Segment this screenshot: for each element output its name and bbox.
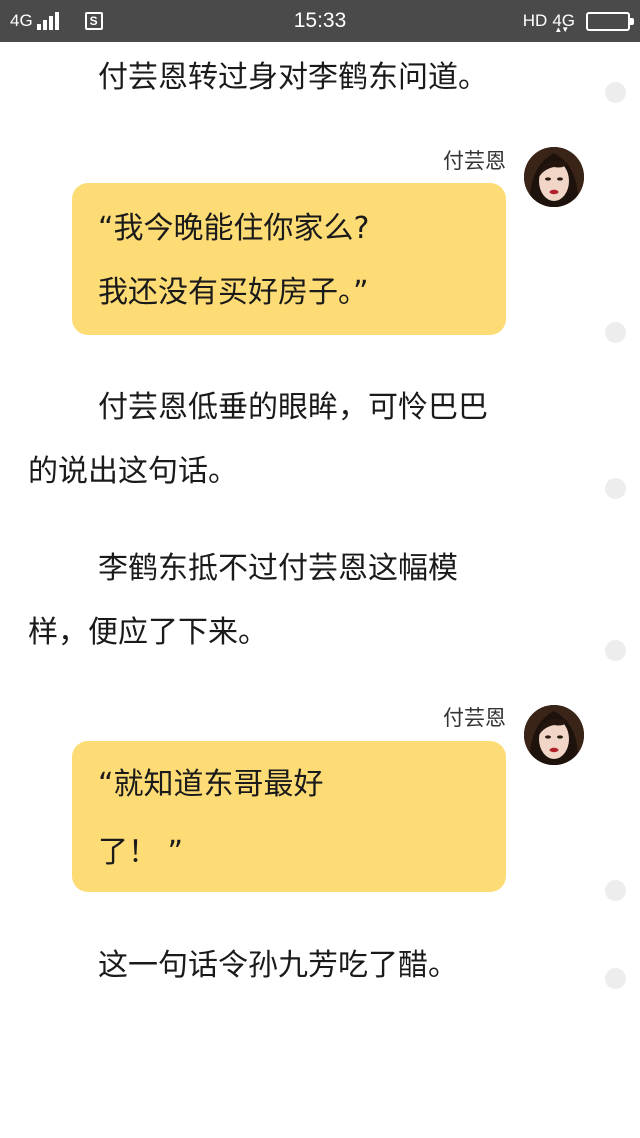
story-paragraph-continued: 的说出这句话。	[28, 454, 238, 489]
story-paragraph: 李鹤东抵不过付芸恩这幅模	[98, 551, 458, 586]
battery-icon	[586, 11, 634, 31]
story-paragraph-continued: 样，便应了下来。	[28, 615, 268, 650]
data-arrows-icon: ▲▼	[554, 25, 569, 34]
status-bar: 4G S 15:33 HD 4G ▲▼	[0, 0, 640, 42]
message-line: “我今晚能住你家么?	[98, 211, 370, 246]
sender-name: 付芸恩	[443, 149, 506, 173]
status-right: HD 4G ▲▼	[522, 0, 634, 42]
avatar-image	[524, 705, 584, 765]
network-type-right: 4G ▲▼	[552, 11, 575, 34]
message-line: “就知道东哥最好	[98, 767, 324, 802]
comment-dot[interactable]	[605, 640, 626, 661]
avatar-image	[524, 147, 584, 207]
comment-dot[interactable]	[605, 880, 626, 901]
story-paragraph: 付芸恩低垂的眼眸，可怜巴巴	[98, 390, 488, 425]
message-bubble: “我今晚能住你家么? 我还没有买好房子。”	[72, 183, 506, 335]
message-bubble: “就知道东哥最好 了！ ”	[72, 741, 506, 892]
comment-dot[interactable]	[605, 322, 626, 343]
comment-dot[interactable]	[605, 478, 626, 499]
hd-label: HD	[522, 11, 548, 30]
comment-dot[interactable]	[605, 82, 626, 103]
story-paragraph: 付芸恩转过身对李鹤东问道。	[98, 60, 488, 95]
message-line: 我还没有买好房子。”	[98, 275, 369, 310]
story-paragraph: 这一句话令孙九芳吃了醋。	[98, 948, 458, 983]
sender-name: 付芸恩	[443, 706, 506, 730]
message-line: 了！ ”	[98, 835, 184, 870]
avatar[interactable]	[524, 147, 584, 207]
avatar[interactable]	[524, 705, 584, 765]
comment-dot[interactable]	[605, 968, 626, 989]
